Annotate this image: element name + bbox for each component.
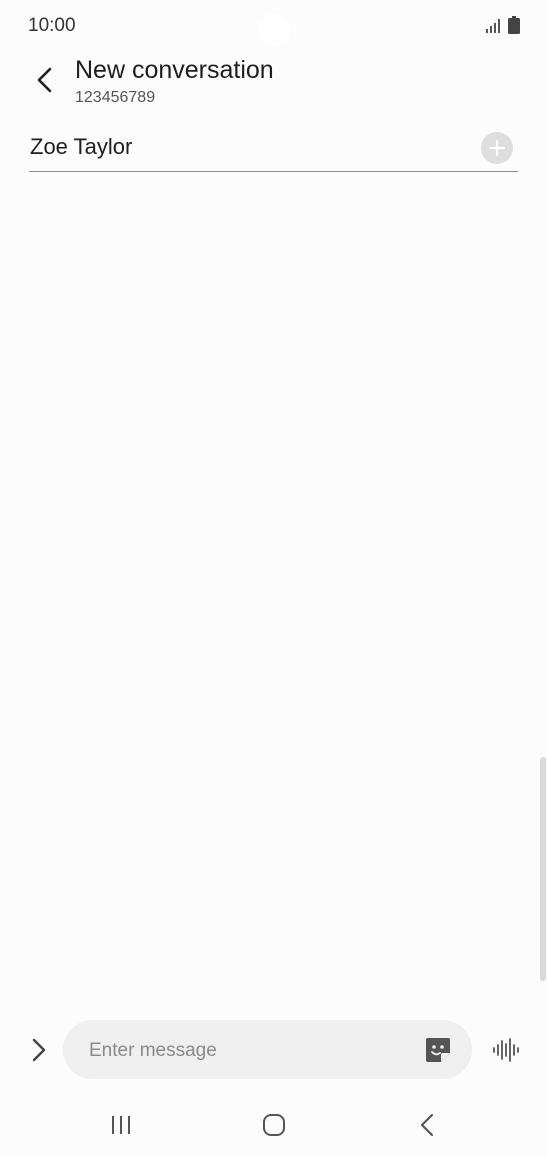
navigation-bar <box>0 1096 547 1156</box>
nav-back-button[interactable] <box>407 1110 447 1140</box>
status-bar: 10:00 <box>0 0 547 52</box>
camera-cutout <box>258 14 290 46</box>
chevron-right-icon <box>32 1038 46 1062</box>
home-icon <box>263 1114 285 1136</box>
nav-back-icon <box>420 1113 434 1137</box>
back-arrow-icon <box>37 67 52 93</box>
recipient-field[interactable]: Zoe Taylor <box>29 128 518 172</box>
back-button[interactable] <box>24 60 64 100</box>
home-button[interactable] <box>254 1110 294 1140</box>
signal-icon <box>486 19 500 33</box>
page-subtitle: 123456789 <box>75 89 156 106</box>
voice-input-button[interactable] <box>490 1035 522 1065</box>
add-icon <box>488 139 506 157</box>
voice-wave-icon <box>493 1038 519 1062</box>
recent-apps-button[interactable] <box>101 1110 141 1140</box>
message-input[interactable] <box>87 1020 411 1081</box>
sticker-icon[interactable] <box>424 1036 452 1064</box>
scrollbar[interactable] <box>540 757 546 981</box>
battery-icon <box>508 16 520 34</box>
add-recipient-button[interactable] <box>481 132 513 164</box>
page-title: New conversation <box>75 56 274 84</box>
status-time: 10:00 <box>28 15 76 36</box>
recent-apps-icon <box>112 1116 130 1134</box>
message-composer <box>63 1020 472 1081</box>
expand-options-button[interactable] <box>24 1033 54 1067</box>
recipient-name[interactable]: Zoe Taylor <box>30 134 132 160</box>
messaging-screen: 10:00 New conversation 123456789 Zoe Tay… <box>0 0 547 1156</box>
